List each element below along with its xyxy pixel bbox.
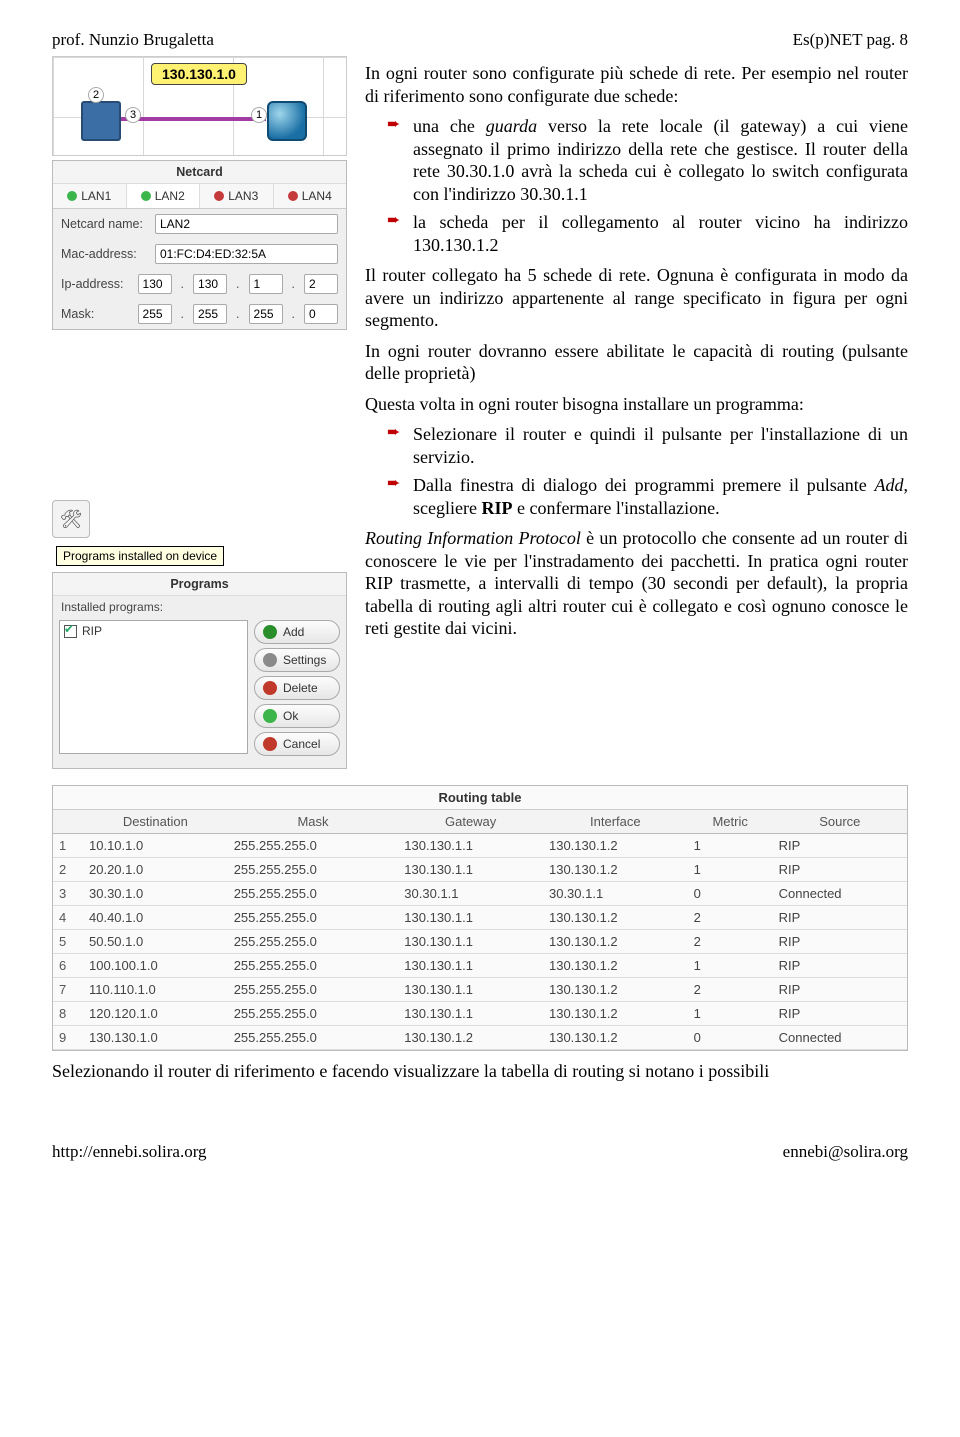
netcard-title: Netcard [53,161,346,184]
ok-button[interactable]: Ok [254,704,340,728]
routing-table-title: Routing table [53,786,907,810]
programs-tooltip: Programs installed on device [56,546,224,566]
programs-panel: Programs Installed programs: RIP Add Set… [52,572,347,769]
ip-oct-4[interactable] [304,274,338,294]
mac-input[interactable] [155,244,338,264]
body-text: In ogni router dovranno essere abilitate… [365,340,908,385]
installed-programs-list[interactable]: RIP [59,620,248,754]
check-icon [263,709,277,723]
col-index [53,810,83,834]
tab-lan1[interactable]: LAN1 [53,184,127,208]
body-text: Routing Information Protocol è un protoc… [365,527,908,640]
settings-button[interactable]: Settings [254,648,340,672]
table-row: 220.20.1.0255.255.255.0130.130.1.1130.13… [53,858,907,882]
bullet-item: la scheda per il collegamento al router … [387,211,908,256]
list-item[interactable]: RIP [64,624,243,638]
router-icon [81,101,121,141]
col-destination: Destination [83,810,228,834]
label-mask: Mask: [61,307,130,321]
header-right: Es(p)NET pag. 8 [793,30,908,50]
router-globe-icon [267,101,307,141]
plus-icon [263,625,277,639]
tab-lan2[interactable]: LAN2 [127,184,201,208]
status-dot-icon [288,191,298,201]
diagram-ip-label: 130.130.1.0 [151,63,247,85]
cancel-button[interactable]: Cancel [254,732,340,756]
network-diagram: 2 3 1 130.130.1.0 [52,56,347,156]
routing-table-panel: Routing table Destination Mask Gateway I… [52,785,908,1051]
status-dot-icon [214,191,224,201]
netcard-panel: Netcard LAN1 LAN2 LAN3 LAN4 Netcard name… [52,160,347,330]
table-row: 7110.110.1.0255.255.255.0130.130.1.1130.… [53,978,907,1002]
body-text: Selezionando il router di riferimento e … [52,1061,908,1082]
mask-oct-3[interactable] [249,304,283,324]
bullet-item: Dalla finestra di dialogo dei programmi … [387,474,908,519]
programs-title: Programs [53,573,346,596]
tab-lan3[interactable]: LAN3 [200,184,274,208]
ip-oct-1[interactable] [138,274,172,294]
netcard-name-input[interactable] [155,214,338,234]
gear-icon [263,653,277,667]
ip-oct-3[interactable] [249,274,283,294]
col-metric: Metric [688,810,773,834]
netcard-tabs: LAN1 LAN2 LAN3 LAN4 [53,184,346,209]
footer-right: ennebi@solira.org [783,1142,908,1162]
label-mac: Mac-address: [61,247,147,261]
col-source: Source [773,810,907,834]
add-button[interactable]: Add [254,620,340,644]
header-left: prof. Nunzio Brugaletta [52,30,214,50]
table-row: 8120.120.1.0255.255.255.0130.130.1.1130.… [53,1002,907,1026]
col-interface: Interface [543,810,688,834]
bullet-item: Selezionare il router e quindi il pulsan… [387,423,908,468]
delete-button[interactable]: Delete [254,676,340,700]
device-programs-icon[interactable]: 🛠 [52,500,90,538]
body-text: Il router collegato ha 5 schede di rete.… [365,264,908,332]
label-ip: Ip-address: [61,277,130,291]
table-row: 440.40.1.0255.255.255.0130.130.1.1130.13… [53,906,907,930]
bullet-item: una che guarda verso la rete locale (il … [387,115,908,205]
tab-lan4[interactable]: LAN4 [274,184,347,208]
body-text: In ogni router sono configurate più sche… [365,62,908,107]
status-dot-icon [141,191,151,201]
status-dot-icon [67,191,77,201]
ip-oct-2[interactable] [193,274,227,294]
label-netcard-name: Netcard name: [61,217,147,231]
installed-label: Installed programs: [53,596,346,614]
table-row: 9130.130.1.0255.255.255.0130.130.1.2130.… [53,1026,907,1050]
col-gateway: Gateway [398,810,543,834]
delete-icon [263,681,277,695]
mask-oct-4[interactable] [304,304,338,324]
footer-left: http://ennebi.solira.org [52,1142,207,1162]
table-row: 6100.100.1.0255.255.255.0130.130.1.1130.… [53,954,907,978]
table-row: 550.50.1.0255.255.255.0130.130.1.1130.13… [53,930,907,954]
mask-oct-2[interactable] [193,304,227,324]
col-mask: Mask [228,810,399,834]
mask-oct-1[interactable] [138,304,172,324]
table-row: 110.10.1.0255.255.255.0130.130.1.1130.13… [53,834,907,858]
check-icon [64,625,77,638]
table-row: 330.30.1.0255.255.255.030.30.1.130.30.1.… [53,882,907,906]
body-text: Questa volta in ogni router bisogna inst… [365,393,908,416]
cancel-icon [263,737,277,751]
routing-table: Destination Mask Gateway Interface Metri… [53,810,907,1050]
